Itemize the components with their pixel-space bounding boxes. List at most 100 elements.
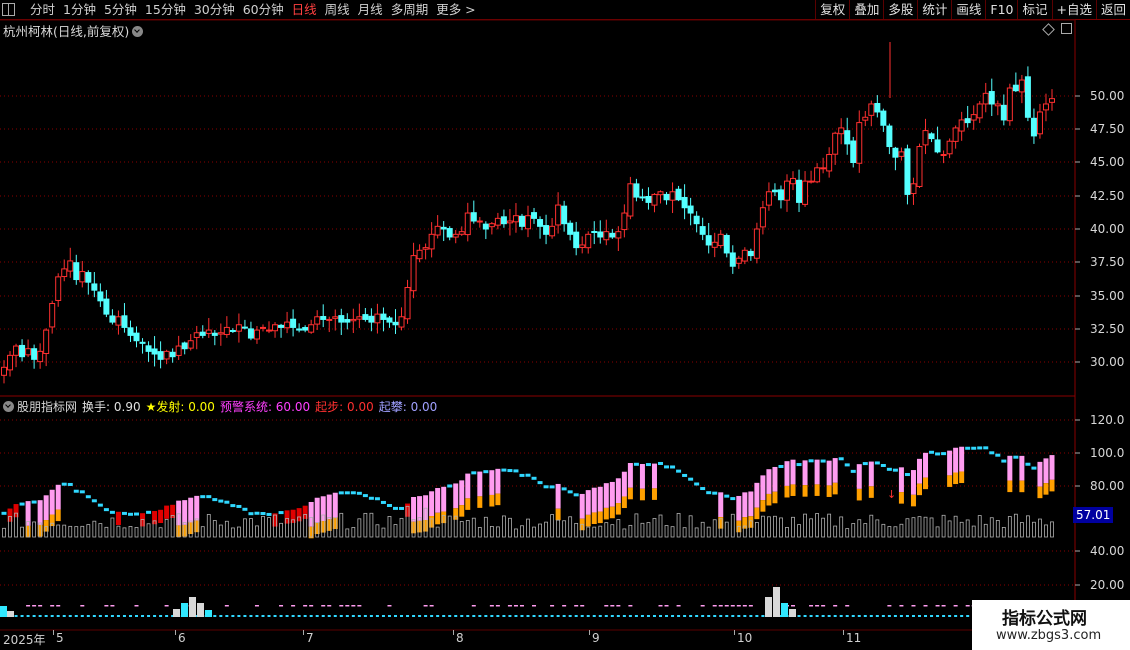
bottom-block: [789, 609, 796, 617]
bottom-dot: [695, 615, 699, 617]
candle-body: [723, 234, 730, 254]
bottom-dot: [520, 615, 524, 617]
volume-bar: [604, 522, 609, 538]
bottom-dot: [725, 615, 729, 617]
candle-body: [591, 231, 598, 234]
indicator-line-seg: [218, 499, 224, 503]
candle-body: [633, 183, 640, 198]
indicator-bar-pink: [194, 495, 200, 521]
indicator-bar-orange: [947, 475, 953, 487]
indicator-bar-orange: [1037, 486, 1043, 499]
indicator-bar-pink: [591, 487, 597, 513]
indicator-bar-orange: [754, 507, 760, 520]
bottom-dash: [104, 605, 109, 607]
indicator-bar-orange: [555, 508, 561, 521]
indicator-line-seg: [670, 465, 676, 469]
bottom-dot: [38, 615, 42, 617]
volume-bar: [586, 526, 591, 538]
bottom-dot: [899, 615, 903, 617]
indicator-line-seg: [212, 498, 218, 502]
volume-bar: [712, 519, 717, 538]
chevron-down-icon[interactable]: [3, 401, 14, 412]
indicator-bar-pink: [898, 467, 904, 493]
bottom-dot: [936, 615, 940, 617]
bottom-dot: [243, 615, 247, 617]
indicator-line-seg: [700, 487, 706, 491]
volume-bar: [965, 519, 970, 538]
volume-bar: [80, 525, 85, 538]
bottom-dash: [953, 605, 958, 607]
candle-body: [777, 189, 784, 201]
candle-body: [868, 103, 875, 116]
candle-body: [765, 191, 772, 206]
candle-body: [115, 316, 122, 326]
indicator-line-seg: [386, 504, 392, 508]
volume-bar: [779, 517, 783, 538]
bottom-dot: [351, 615, 355, 617]
candle-body: [416, 249, 423, 260]
bottom-dot: [363, 615, 367, 617]
volume-bar: [477, 527, 482, 538]
candle-body: [344, 319, 351, 323]
bottom-dot: [50, 615, 54, 617]
bottom-dot: [418, 615, 422, 617]
indicator-bar-orange: [910, 494, 916, 507]
volume-bar: [562, 520, 567, 538]
bottom-dot: [74, 615, 78, 617]
indicator-line-seg: [664, 465, 670, 469]
indicator-bar-orange: [826, 485, 832, 497]
indicator-name[interactable]: 股朋指标网: [17, 400, 77, 414]
date-label: 8: [456, 631, 464, 645]
indicator-line-seg: [61, 482, 67, 486]
volume-bar: [279, 522, 283, 538]
bottom-dot: [514, 615, 518, 617]
volume-bar: [212, 520, 217, 538]
bottom-dash: [387, 605, 392, 607]
volume-bar: [688, 515, 693, 538]
volume-bar: [1026, 515, 1030, 538]
candle-body: [428, 233, 435, 250]
candle-body: [537, 219, 544, 227]
indicator-line-seg: [374, 497, 380, 501]
bottom-dot: [86, 615, 90, 617]
indicator-line-seg: [989, 451, 995, 455]
bottom-dot: [881, 615, 885, 617]
bottom-dot: [948, 615, 952, 617]
indicator-bar-pink: [959, 446, 965, 472]
kline-chart[interactable]: ↓: [0, 0, 1130, 650]
bottom-block: [0, 606, 7, 617]
indicator-line-seg: [645, 463, 651, 467]
candle-body: [61, 268, 68, 278]
indicator-bar-pink: [766, 469, 772, 494]
candle-body: [820, 167, 827, 170]
bottom-dot: [62, 615, 66, 617]
bottom-dash: [532, 605, 537, 607]
volume-bar: [803, 513, 807, 538]
volume-bar: [550, 514, 554, 538]
candle-body: [386, 317, 393, 323]
date-label: 2025年: [3, 633, 46, 647]
volume-bar: [116, 525, 121, 538]
volume-bar: [694, 527, 699, 538]
candle-body: [284, 321, 291, 329]
candle-body: [494, 217, 501, 226]
bottom-dot: [442, 615, 446, 617]
indicator-bar-orange: [597, 511, 603, 524]
bottom-block: [773, 587, 780, 617]
indicator-bar-orange: [489, 494, 495, 507]
indicator-line-seg: [236, 504, 242, 508]
indicator-bar-orange: [609, 506, 615, 519]
volume-bar: [1001, 527, 1006, 538]
volume-bar: [538, 523, 542, 538]
bottom-dot: [44, 615, 48, 617]
indicator-bar-orange: [651, 488, 657, 500]
volume-bar: [249, 518, 253, 538]
candle-body: [1024, 76, 1031, 118]
volume-bar: [706, 526, 711, 538]
bottom-dot: [544, 615, 548, 617]
indicator-bar-pink: [603, 483, 609, 508]
volume-bar: [267, 517, 271, 538]
candle-body: [543, 225, 550, 235]
candle-body: [157, 351, 164, 360]
candle-body: [826, 154, 833, 172]
